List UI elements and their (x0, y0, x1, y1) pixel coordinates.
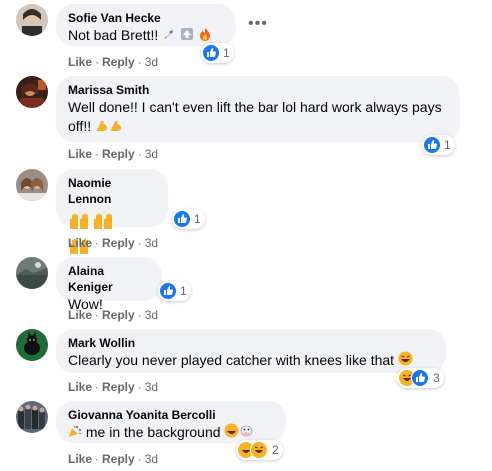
party-emoji (68, 424, 82, 443)
reaction-summary[interactable]: 3 (397, 368, 444, 388)
avatar[interactable] (16, 76, 48, 108)
reply-link[interactable]: Reply (102, 55, 135, 69)
rocket-emoji (162, 27, 176, 46)
reaction-count: 1 (194, 212, 201, 226)
comment-bubble: Giovanna Yoanita Bercolli me in the back… (56, 401, 286, 443)
comment-actions: Like · Reply · 3d (68, 380, 159, 394)
like-link[interactable]: Like (68, 236, 92, 250)
reaction-count: 2 (272, 443, 279, 457)
reply-link[interactable]: Reply (102, 308, 135, 322)
laughing-emoji (224, 423, 239, 443)
like-link[interactable]: Like (68, 380, 92, 394)
reply-link[interactable]: Reply (102, 236, 135, 250)
timestamp[interactable]: 3d (145, 55, 158, 69)
like-icon (203, 45, 219, 61)
reaction-summary[interactable]: 1 (422, 135, 455, 155)
reaction-summary[interactable]: 1 (201, 43, 234, 63)
reaction-count: 1 (223, 46, 230, 60)
comment-bubble: Sofie Van Hecke Not bad Brett!! (56, 4, 236, 46)
like-icon (174, 211, 190, 227)
comment-text-content: Well done!! I can't even lift the bar lo… (68, 99, 442, 134)
comment-bubble: Naomie Lennon (56, 169, 168, 254)
like-link[interactable]: Like (68, 452, 92, 466)
raising-hands-emoji (68, 211, 116, 236)
timestamp[interactable]: 3d (145, 147, 158, 161)
like-icon (160, 283, 176, 299)
muscle-emoji (95, 118, 109, 137)
like-link[interactable]: Like (68, 55, 92, 69)
reply-link[interactable]: Reply (102, 380, 135, 394)
comment-actions: Like · Reply · 3d (68, 147, 159, 161)
comment-actions: Like · Reply · 3d (68, 236, 159, 250)
reaction-count: 1 (180, 284, 187, 298)
comment-actions: Like · Reply · 3d (68, 452, 159, 466)
timestamp[interactable]: 3d (145, 380, 158, 394)
like-link[interactable]: Like (68, 147, 92, 161)
comment-text-content: Clearly you never played catcher with kn… (68, 352, 395, 368)
reply-link[interactable]: Reply (102, 147, 135, 161)
comment-bubble: Marissa Smith Well done!! I can't even l… (56, 76, 460, 142)
more-options-icon[interactable]: ••• (248, 15, 268, 33)
comment-author[interactable]: Marissa Smith (68, 82, 448, 98)
timestamp[interactable]: 3d (145, 452, 158, 466)
timestamp[interactable]: 3d (145, 236, 158, 250)
like-link[interactable]: Like (68, 308, 92, 322)
arrow-emoji (180, 27, 194, 46)
comment-author[interactable]: Sofie Van Hecke (68, 10, 224, 26)
comment-author[interactable]: Giovanna Yoanita Bercolli (68, 407, 274, 423)
comment-text: Well done!! I can't even lift the bar lo… (68, 98, 448, 137)
haha-icon (250, 441, 268, 459)
reaction-count: 1 (444, 138, 451, 152)
avatar[interactable] (16, 257, 48, 289)
comment-actions: Like · Reply · 3d (68, 308, 159, 322)
comment-text: Clearly you never played catcher with kn… (68, 351, 434, 371)
avatar[interactable] (16, 169, 48, 201)
comment-bubble: Mark Wollin Clearly you never played cat… (56, 329, 446, 373)
reaction-count: 3 (433, 371, 440, 385)
comment-author[interactable]: Naomie Lennon (68, 175, 156, 207)
muscle-emoji (109, 118, 123, 137)
reaction-summary[interactable]: 2 (236, 440, 283, 460)
comment-text: Not bad Brett!! (68, 26, 224, 46)
comment-bubble: Alaina Keniger Wow! (56, 257, 162, 312)
comment-author[interactable]: Mark Wollin (68, 335, 434, 351)
timestamp[interactable]: 3d (145, 308, 158, 322)
reply-link[interactable]: Reply (102, 452, 135, 466)
like-icon (424, 137, 440, 153)
reaction-summary[interactable]: 1 (172, 209, 205, 229)
avatar[interactable] (16, 329, 48, 361)
avatar[interactable] (16, 401, 48, 433)
like-icon (411, 369, 429, 387)
comment-text-content: me in the background (85, 424, 221, 440)
comment-text-content: Not bad Brett!! (68, 27, 159, 43)
comment-author[interactable]: Alaina Keniger (68, 263, 150, 295)
reaction-summary[interactable]: 1 (158, 281, 191, 301)
avatar[interactable] (16, 4, 48, 36)
comment-actions: Like · Reply · 3d (68, 55, 159, 69)
